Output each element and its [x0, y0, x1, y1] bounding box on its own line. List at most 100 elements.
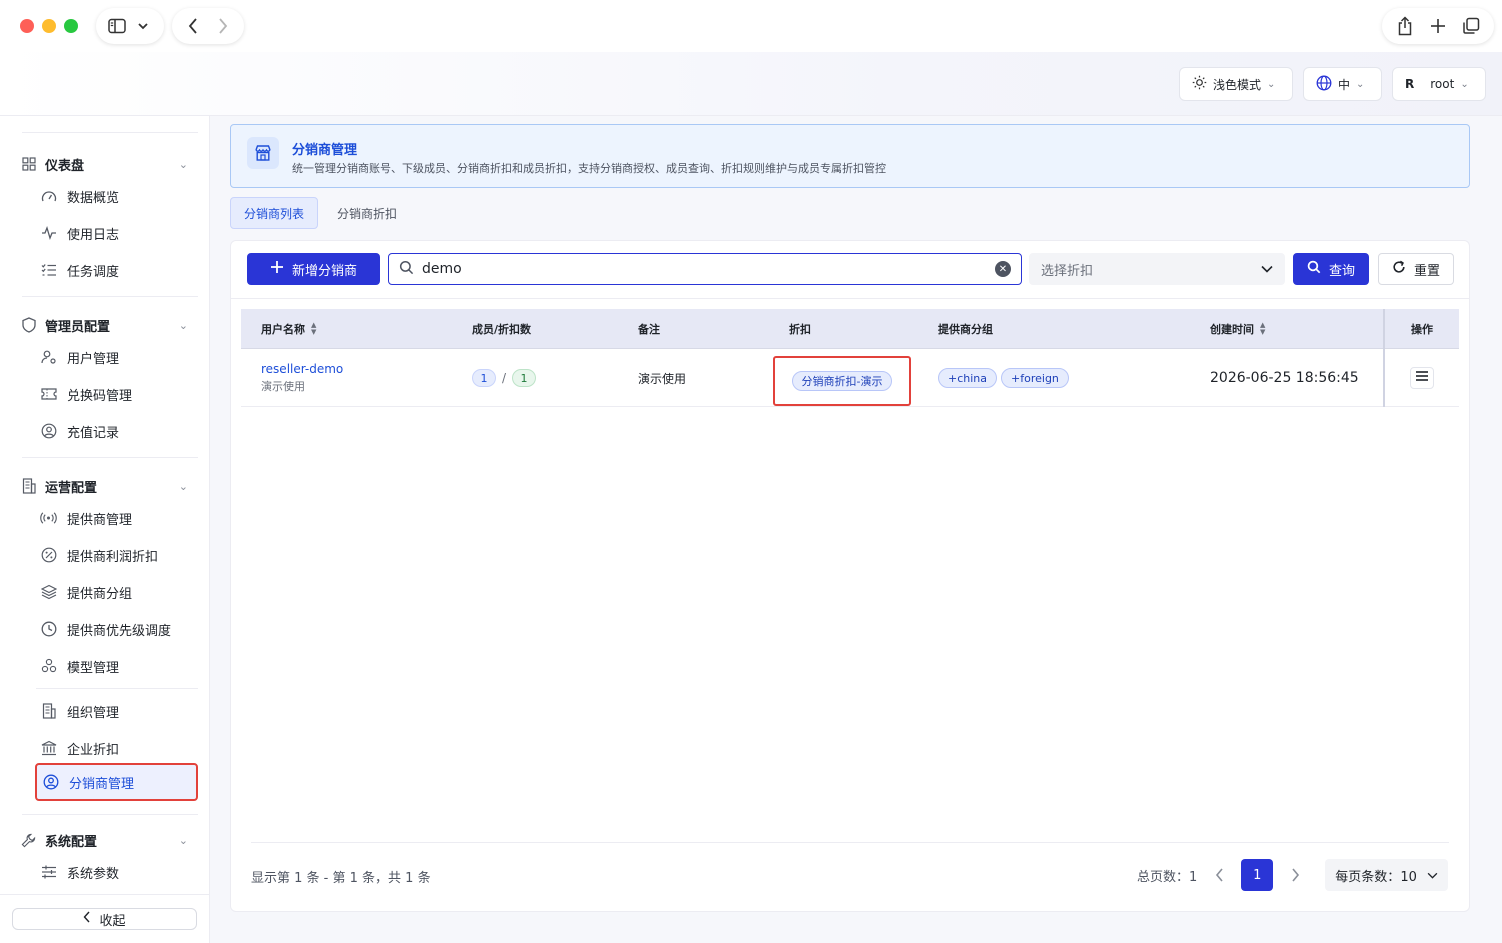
sidebar-item-label: 用户管理 [67, 351, 120, 367]
tab-reseller-list[interactable]: 分销商列表 [230, 197, 319, 229]
sidebar-item-label: 提供商利润折扣 [67, 549, 159, 565]
forward-icon[interactable] [212, 15, 234, 37]
info-banner: 分销商管理 统一管理分销商账号、下级成员、分销商折扣和成员折扣，支持分销商授权、… [230, 124, 1470, 188]
sidebar-group-label: 系统配置 [45, 834, 98, 850]
sidebar-item-system-params[interactable]: 系统参数 [40, 859, 190, 885]
chevron-down-icon: ⌄ [178, 833, 188, 847]
sidebar-item-provider-profit-discount[interactable]: 提供商利润折扣 [40, 542, 190, 568]
tab-overview-icon[interactable] [1460, 15, 1482, 37]
table-row: reseller-demo 演示使用 1 / 1 演示使用 分销商折扣-演示 +… [241, 349, 1459, 407]
app-header: 浅色模式 ⌄ 中 ⌄ R root ⌄ [0, 52, 1502, 116]
globe-icon [1316, 75, 1332, 94]
maximize-window-button[interactable] [64, 19, 78, 33]
close-window-button[interactable] [20, 19, 34, 33]
chevron-down-icon: ⌄ [178, 479, 188, 493]
sidebar: 仪表盘 ⌄ 数据概览 使用日志 任务调度 管理员配置 ⌄ 用户管理 兑换码管理 … [0, 116, 210, 943]
sort-icon[interactable]: ▲ ▼ [1260, 322, 1265, 336]
sidebar-group-dashboard[interactable]: 仪表盘 ⌄ [20, 153, 192, 175]
wrench-icon [20, 832, 37, 849]
language-switch-button[interactable]: 中 ⌄ [1303, 67, 1382, 101]
chevron-down-icon: ⌄ [1267, 78, 1276, 90]
radio-icon [40, 510, 57, 527]
minimize-window-button[interactable] [42, 19, 56, 33]
separator: / [502, 371, 507, 385]
sidebar-toggle-icon[interactable] [106, 15, 128, 37]
next-page-button[interactable] [1283, 863, 1307, 887]
prev-page-button[interactable] [1207, 863, 1231, 887]
sidebar-item-provider-management[interactable]: 提供商管理 [40, 505, 190, 531]
avatar: R [1405, 77, 1415, 91]
sidebar-item-enterprise-discount[interactable]: 企业折扣 [40, 735, 190, 761]
plus-icon [270, 260, 284, 278]
sidebar-item-task-schedule[interactable]: 任务调度 [40, 257, 190, 283]
page-size-select[interactable]: 每页条数：10 [1325, 859, 1448, 891]
store-icon [247, 137, 279, 169]
discount-select[interactable]: 选择折扣 [1029, 253, 1285, 285]
discount-highlight-box: 分销商折扣-演示 [773, 356, 911, 406]
user-menu-button[interactable]: R root ⌄ [1392, 67, 1486, 101]
user-name: root [1430, 77, 1455, 91]
cell-actions [1383, 349, 1459, 407]
reseller-list-panel: 新增分销商 ✕ 选择折扣 查询 重置 用户名称 ▲▼ 成员/折扣数 备注 [230, 240, 1470, 912]
provider-group-tag[interactable]: +china [938, 368, 998, 388]
sidebar-group-admin-config[interactable]: 管理员配置 ⌄ [20, 314, 192, 336]
current-page-button[interactable]: 1 [1241, 859, 1274, 891]
column-header-remark: 备注 [638, 323, 660, 336]
activity-icon [40, 225, 57, 242]
sort-icon[interactable]: ▲ ▼ [311, 322, 316, 336]
divider [251, 842, 1449, 843]
sidebar-item-label: 提供商管理 [67, 512, 133, 528]
sidebar-item-redeem-code[interactable]: 兑换码管理 [40, 381, 190, 407]
sidebar-item-recharge-records[interactable]: 充值记录 [40, 418, 190, 444]
chevron-down-icon: ⌄ [178, 318, 188, 332]
search-input[interactable] [422, 261, 987, 277]
column-header-username[interactable]: 用户名称 ▲ ▼ [261, 309, 316, 349]
discount-tag[interactable]: 分销商折扣-演示 [791, 371, 893, 391]
reseller-username-sub: 演示使用 [261, 380, 305, 393]
divider [0, 894, 210, 895]
collapse-sidebar-button[interactable]: 收起 [12, 908, 197, 930]
chevron-down-icon[interactable] [132, 15, 154, 37]
cell-provider-groups: +china +foreign [938, 349, 1069, 407]
reseller-username-link[interactable]: reseller-demo [261, 362, 343, 376]
chevron-left-icon [83, 911, 91, 927]
sidebar-item-provider-priority[interactable]: 提供商优先级调度 [40, 616, 190, 642]
sidebar-item-usage-log[interactable]: 使用日志 [40, 220, 190, 246]
sidebar-group-system-config[interactable]: 系统配置 ⌄ [20, 829, 192, 851]
sidebar-item-org-management[interactable]: 组织管理 [40, 698, 190, 724]
sidebar-group-ops-config[interactable]: 运营配置 ⌄ [20, 475, 192, 497]
new-tab-icon[interactable] [1427, 15, 1449, 37]
sidebar-item-label: 充值记录 [67, 425, 120, 441]
sidebar-item-provider-group[interactable]: 提供商分组 [40, 579, 190, 605]
provider-group-tag[interactable]: +foreign [1001, 368, 1069, 388]
history-nav-group [172, 8, 244, 44]
cell-members-discounts: 1 / 1 [472, 349, 537, 407]
back-icon[interactable] [182, 15, 204, 37]
reset-button[interactable]: 重置 [1378, 253, 1454, 285]
row-menu-button[interactable] [1410, 367, 1434, 389]
sidebar-item-model-management[interactable]: 模型管理 [40, 653, 190, 679]
theme-toggle-button[interactable]: 浅色模式 ⌄ [1179, 67, 1293, 101]
clear-search-icon[interactable]: ✕ [995, 261, 1011, 277]
sidebar-item-data-overview[interactable]: 数据概览 [40, 183, 190, 209]
total-pages-label: 总页数：1 [1137, 869, 1198, 885]
language-label: 中 [1338, 77, 1351, 92]
ticket-icon [40, 386, 57, 403]
shield-icon [20, 317, 37, 334]
task-list-icon [40, 262, 57, 279]
query-button[interactable]: 查询 [1293, 253, 1369, 285]
sidebar-item-user-management[interactable]: 用户管理 [40, 344, 190, 370]
table-header: 用户名称 ▲ ▼ 成员/折扣数 备注 折扣 提供商分组 创建时间 ▲ ▼ 操作 [241, 309, 1459, 349]
sidebar-item-reseller-management[interactable]: 分销商管理 [35, 763, 198, 801]
add-reseller-button[interactable]: 新增分销商 [247, 253, 380, 285]
clock-icon [40, 621, 57, 638]
chevron-down-icon [1427, 868, 1438, 883]
tab-reseller-discount[interactable]: 分销商折扣 [324, 197, 410, 229]
page-description: 统一管理分销商账号、下级成员、分销商折扣和成员折扣，支持分销商授权、成员查询、折… [292, 162, 886, 175]
sidebar-toggle-group [96, 8, 164, 44]
menu-icon [1415, 370, 1429, 386]
column-header-provider-group: 提供商分组 [938, 323, 993, 336]
column-header-created-time[interactable]: 创建时间 ▲ ▼ [1210, 309, 1265, 349]
share-icon[interactable] [1394, 15, 1416, 37]
window-actions-group [1382, 8, 1494, 44]
